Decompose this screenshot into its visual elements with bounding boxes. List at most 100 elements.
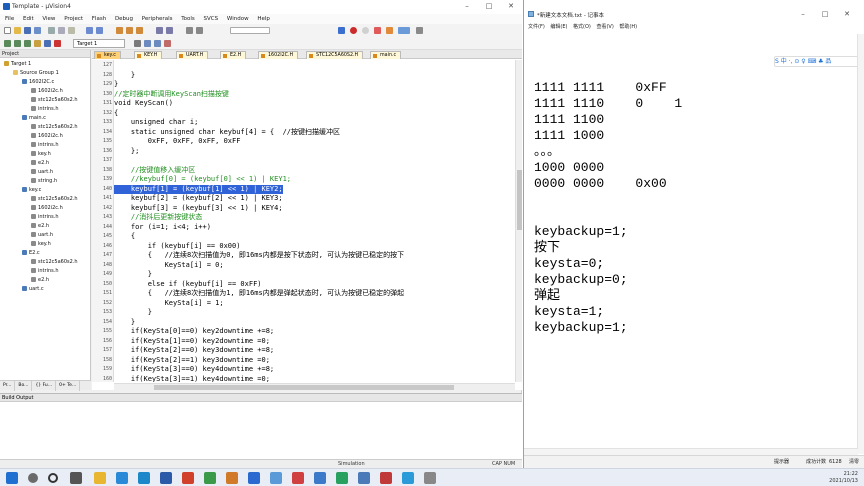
code-line[interactable]: {: [114, 109, 514, 119]
word-task-icon[interactable]: [314, 472, 326, 484]
code-line[interactable]: KeySta[i] = 0;: [114, 261, 514, 271]
np-menu-format[interactable]: 格式(O): [573, 22, 591, 32]
manage-components-icon[interactable]: [144, 40, 151, 47]
editor-scroll-thumb[interactable]: [517, 170, 522, 230]
code-line[interactable]: void KeyScan(): [114, 99, 514, 109]
code-line[interactable]: if(KeySta[3]==0) key4downtime +=8;: [114, 365, 514, 375]
code-line[interactable]: KeySta[i] = 1;: [114, 299, 514, 309]
menu-flash[interactable]: Flash: [92, 14, 106, 24]
find-combo[interactable]: [230, 27, 270, 34]
functions-icon[interactable]: [164, 40, 171, 47]
notepad-minimize-button[interactable]: –: [792, 10, 814, 18]
menu-help[interactable]: Help: [257, 14, 270, 24]
app-green-icon[interactable]: [204, 472, 216, 484]
translate-icon[interactable]: [4, 40, 11, 47]
editor-tab[interactable]: main.c: [370, 51, 402, 59]
tree-item[interactable]: string.h: [0, 177, 91, 186]
notepad-task-icon[interactable]: [358, 472, 370, 484]
tree-item[interactable]: intrins.h: [0, 105, 91, 114]
editor-tab[interactable]: E2.H: [220, 51, 247, 59]
find-icon[interactable]: [338, 27, 345, 34]
cut-icon[interactable]: [48, 27, 55, 34]
disable-breakpoints-icon[interactable]: [386, 27, 393, 34]
code-line[interactable]: [114, 61, 514, 71]
video-task-icon[interactable]: [380, 472, 392, 484]
mail-icon[interactable]: [116, 472, 128, 484]
menu-edit[interactable]: Edit: [23, 14, 34, 24]
wechat-task-icon[interactable]: [336, 472, 348, 484]
code-line[interactable]: if (keybuf[i] == 0x00): [114, 242, 514, 252]
ime-toolbar[interactable]: S 中 ·, ⊙ ♀ ⌨ ♣ 品: [774, 56, 862, 67]
code-line[interactable]: keybuf[2] = (keybuf[2] << 1) | KEY3;: [114, 194, 514, 204]
task-view-icon[interactable]: [70, 472, 82, 484]
bookmark-icon[interactable]: [116, 27, 123, 34]
tab-functions[interactable]: {} Fu...: [32, 381, 57, 391]
notepad-horizontal-scrollbar[interactable]: [524, 448, 858, 455]
undo-icon[interactable]: [86, 27, 93, 34]
tree-item[interactable]: stc12c5a60s2.h: [0, 195, 91, 204]
store-icon[interactable]: [160, 472, 172, 484]
code-line[interactable]: }: [114, 308, 514, 318]
stop-build-icon[interactable]: [54, 40, 61, 47]
menu-view[interactable]: View: [42, 14, 55, 24]
editor-tab[interactable]: UART.H: [176, 51, 209, 59]
debug-start-icon[interactable]: [350, 27, 357, 34]
np-menu-file[interactable]: 文件(F): [528, 22, 545, 32]
code-line[interactable]: keybuf[3] = (keybuf[3] << 1) | KEY4;: [114, 204, 514, 214]
tree-item[interactable]: key.c: [0, 186, 91, 195]
tree-item[interactable]: uart.h: [0, 168, 91, 177]
menu-debug[interactable]: Debug: [115, 14, 133, 24]
np-menu-help[interactable]: 帮助(H): [619, 22, 637, 32]
code-line[interactable]: };: [114, 147, 514, 157]
menu-window[interactable]: Window: [227, 14, 249, 24]
download-icon[interactable]: [44, 40, 51, 47]
code-line[interactable]: keybuf[1] = (keybuf[1] << 1) | KEY2;: [114, 184, 283, 194]
notepad-text-area[interactable]: 1111 1111 0xFF 1111 1110 0 1 1111 1100 1111…: [534, 80, 854, 336]
tree-item[interactable]: key.h: [0, 150, 91, 159]
tab-books[interactable]: Bo...: [15, 381, 33, 391]
code-line[interactable]: else if (keybuf[i] == 0xFF): [114, 280, 514, 290]
uncomment-icon[interactable]: [196, 27, 203, 34]
window-layout-icon[interactable]: [398, 27, 410, 34]
code-line[interactable]: //定时器中断调用KeyScan扫描按键: [114, 90, 514, 100]
indent-icon[interactable]: [156, 27, 163, 34]
code-line[interactable]: { //连续8次扫描值为0, 即16ms内都是按下状态时, 可认为按键已稳定的按…: [114, 251, 514, 261]
tree-item[interactable]: e2.h: [0, 276, 91, 285]
breakpoint-icon[interactable]: [362, 27, 369, 34]
code-line[interactable]: }: [114, 80, 514, 90]
editor-horizontal-scrollbar[interactable]: [114, 383, 515, 390]
keil-task-icon[interactable]: [270, 472, 282, 484]
code-line[interactable]: 0xFF, 0xFF, 0xFF, 0xFF: [114, 137, 514, 147]
code-line[interactable]: if(KeySta[3]==1) key4downtime =0;: [114, 375, 514, 383]
file-explorer-icon[interactable]: [94, 472, 106, 484]
tree-item[interactable]: E2.c: [0, 249, 91, 258]
tree-item[interactable]: e2.h: [0, 159, 91, 168]
cortana-icon[interactable]: [48, 473, 58, 483]
new-file-icon[interactable]: [4, 27, 11, 34]
target-select[interactable]: Target 1: [73, 39, 125, 48]
np-menu-view[interactable]: 查看(V): [596, 22, 613, 32]
app-orange-icon[interactable]: [226, 472, 238, 484]
next-bookmark-icon[interactable]: [136, 27, 143, 34]
target-options-icon[interactable]: [134, 40, 141, 47]
configure-icon[interactable]: [416, 27, 423, 34]
code-line[interactable]: }: [114, 270, 514, 280]
code-line[interactable]: if(KeySta[2]==1) key3downtime =0;: [114, 356, 514, 366]
system-tray-clock[interactable]: 21:22 2021/10/13: [829, 471, 858, 485]
tree-item[interactable]: stc12c5a60s2.h: [0, 96, 91, 105]
tree-item[interactable]: stc12c5a60s2.h: [0, 258, 91, 267]
menu-file[interactable]: File: [5, 14, 14, 24]
code-line[interactable]: //keybuf[0] = (keybuf[0] << 1) | KEY1;: [114, 175, 514, 185]
editor-tab[interactable]: STC12C5A60S2.H: [306, 51, 364, 59]
notepad-close-button[interactable]: ✕: [836, 10, 858, 18]
code-line[interactable]: if(KeySta[2]==0) key3downtime +=8;: [114, 346, 514, 356]
minimize-button[interactable]: –: [456, 2, 478, 10]
editor-tab[interactable]: 1602I2C.H: [258, 51, 299, 59]
code-line[interactable]: }: [114, 71, 514, 81]
prev-bookmark-icon[interactable]: [126, 27, 133, 34]
code-line[interactable]: if(KeySta[0]==0) key2downtime +=8;: [114, 327, 514, 337]
ime-status[interactable]: S 中 ·, ⊙ ♀ ⌨ ♣ 品: [775, 58, 831, 65]
copy-icon[interactable]: [58, 27, 65, 34]
build-icon[interactable]: [14, 40, 21, 47]
editor-hscroll-thumb[interactable]: [154, 385, 454, 390]
